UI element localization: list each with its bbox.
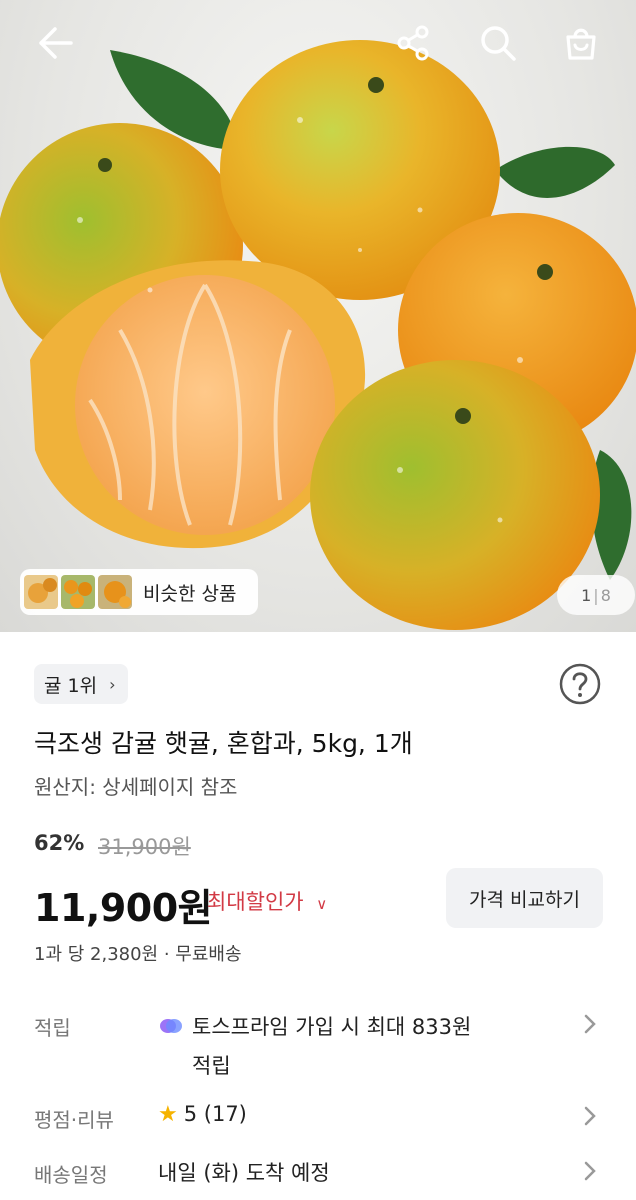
delivery-value[interactable]: 내일 (화) 도착 예정 — [158, 1157, 330, 1187]
search-button[interactable] — [475, 20, 521, 66]
similar-thumb-2 — [61, 575, 95, 609]
product-title: 극조생 감귤 햇귤, 혼합과, 5kg, 1개 — [34, 729, 413, 758]
chevron-down-icon: ∨ — [316, 895, 328, 913]
delivery-chevron-right-icon[interactable] — [580, 1158, 600, 1184]
discount-rate: 62% — [34, 831, 85, 855]
similar-products-label: 비슷한 상품 — [143, 582, 237, 605]
similar-thumb-1 — [24, 575, 58, 609]
points-value-text: 토스프라임 가입 시 최대 833원 — [192, 1015, 472, 1039]
back-button[interactable] — [32, 20, 78, 66]
image-counter: 1 | 8 — [557, 575, 635, 615]
product-image[interactable]: 비슷한 상품 1 | 8 — [0, 0, 636, 632]
counter-separator: | — [593, 585, 599, 605]
compare-price-button[interactable]: 가격 비교하기 — [446, 868, 603, 928]
rating-chevron-right-icon[interactable] — [580, 1103, 600, 1129]
sale-price: 11,900원 — [34, 886, 213, 930]
rating-text: 5 (17) — [183, 1102, 247, 1126]
share-icon — [397, 25, 429, 61]
star-icon: ★ — [158, 1102, 178, 1127]
rank-label: 귤 1위 — [44, 674, 98, 697]
rating-value[interactable]: ★ 5 (17) — [158, 1102, 247, 1127]
help-button[interactable] — [558, 662, 602, 706]
back-arrow-icon — [39, 27, 73, 59]
unit-price-shipping: 1과 당 2,380원 · 무료배송 — [34, 944, 242, 965]
chevron-right-icon: › — [109, 674, 116, 694]
best-price-toggle[interactable]: 최대할인가 ∨ — [207, 886, 327, 916]
similar-products-button[interactable]: 비슷한 상품 — [20, 569, 258, 615]
counter-current: 1 — [581, 585, 592, 605]
best-price-label: 최대할인가 — [207, 890, 304, 914]
cart-button[interactable] — [558, 20, 604, 66]
points-value-line2: 적립 — [192, 1054, 231, 1078]
share-button[interactable] — [391, 20, 437, 66]
product-origin: 원산지: 상세페이지 참조 — [34, 775, 238, 799]
delivery-label: 배송일정 — [34, 1163, 108, 1187]
tangerine-photo — [0, 40, 636, 630]
question-icon — [559, 663, 601, 705]
cart-icon — [566, 28, 596, 60]
search-icon — [481, 26, 516, 61]
similar-thumb-3 — [98, 575, 132, 609]
points-label: 적립 — [34, 1016, 71, 1040]
original-price: 31,900원 — [98, 835, 191, 859]
toss-prime-icon — [160, 1019, 182, 1033]
top-bar — [0, 0, 636, 90]
rank-badge[interactable]: 귤 1위 › — [34, 664, 128, 704]
points-chevron-right-icon[interactable] — [580, 1011, 600, 1037]
points-value[interactable]: 토스프라임 가입 시 최대 833원 — [158, 1011, 471, 1041]
rating-label: 평점·리뷰 — [34, 1108, 114, 1132]
counter-total: 8 — [600, 585, 611, 605]
